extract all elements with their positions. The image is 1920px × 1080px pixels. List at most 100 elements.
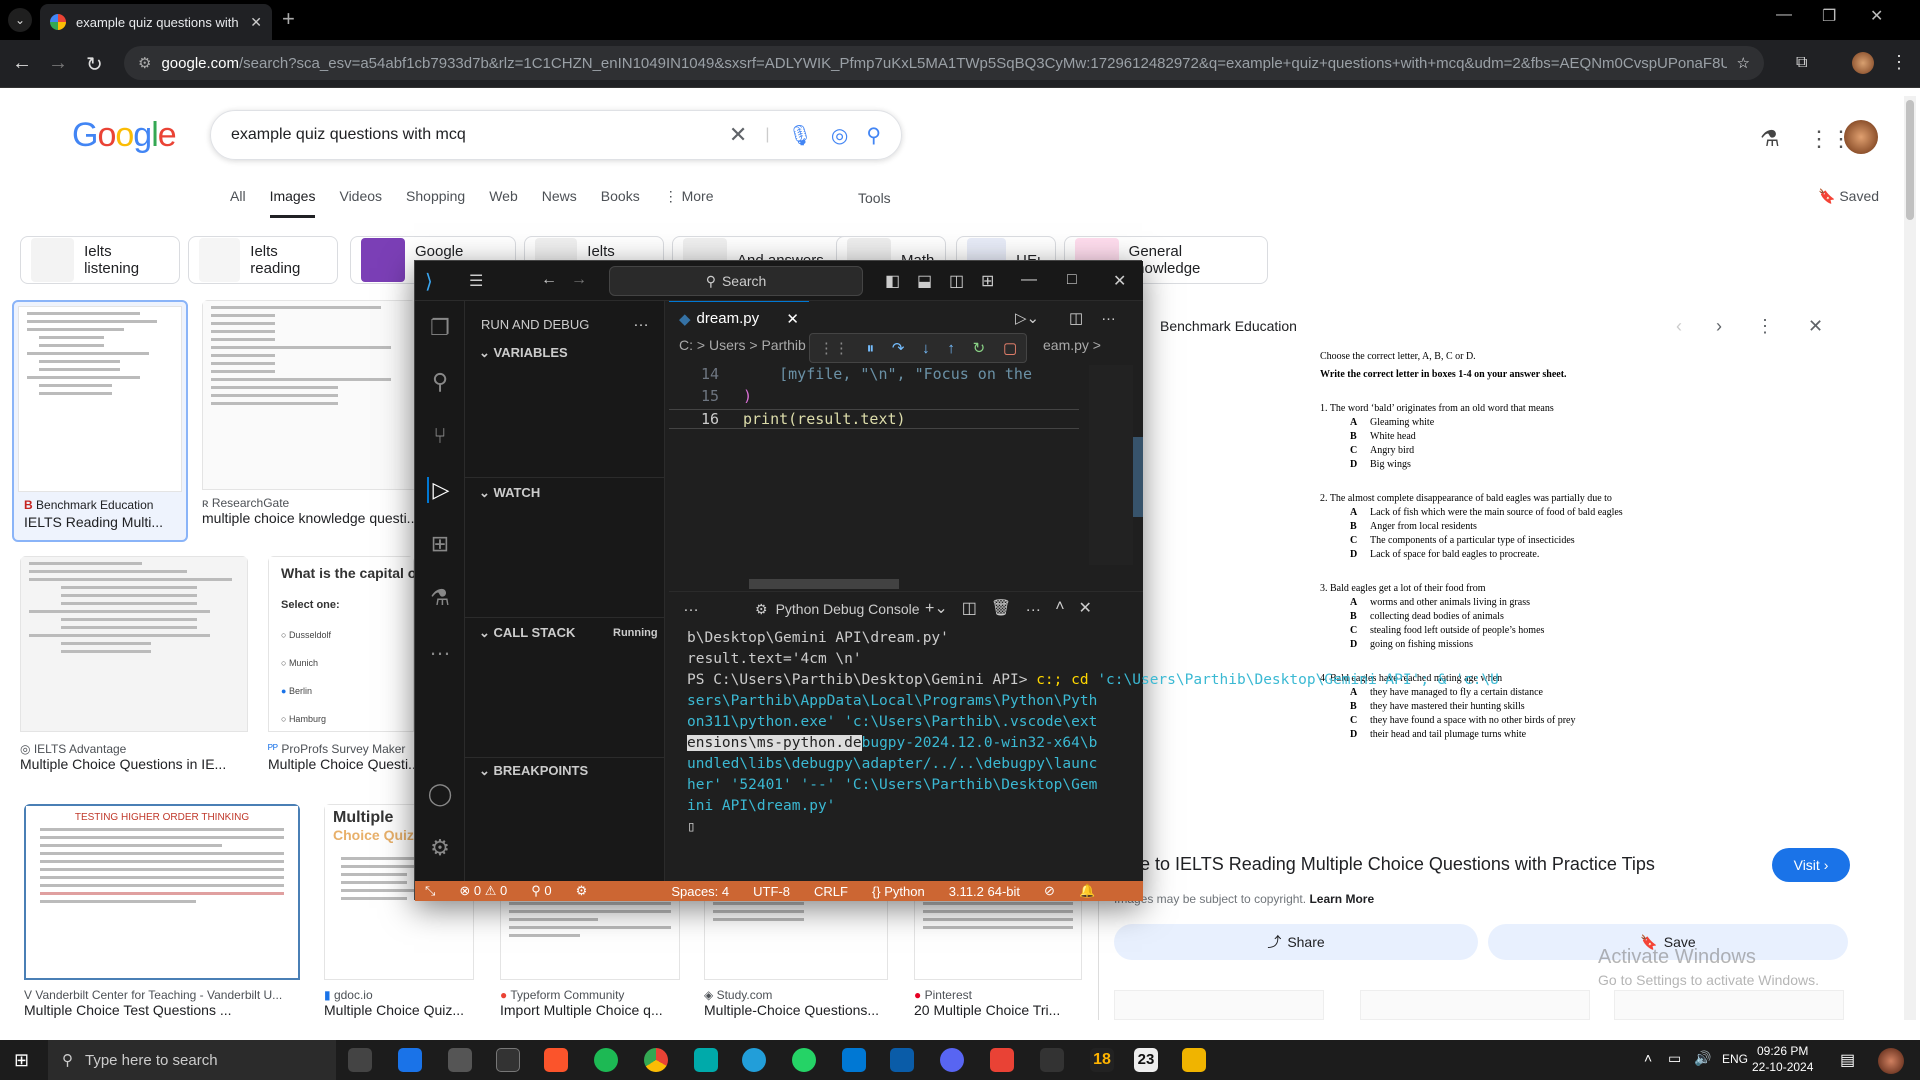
taskbar-search[interactable]: ⚲ Type here to search — [48, 1040, 336, 1080]
toggle-sidebar-icon[interactable]: ◧ — [885, 271, 900, 291]
new-tab-icon[interactable]: + — [282, 8, 295, 30]
source-control-icon[interactable]: ⑂ — [427, 423, 453, 449]
tab-more[interactable]: ⋮ More — [664, 188, 714, 218]
breadcrumb-end[interactable]: eam.py > — [1043, 337, 1101, 353]
google-account-avatar[interactable] — [1844, 120, 1878, 154]
close-panel-icon[interactable]: ✕ — [1079, 598, 1092, 618]
section-breakpoints[interactable]: ⌄ BREAKPOINTS — [479, 763, 588, 779]
learn-more-link[interactable]: Learn More — [1309, 892, 1374, 906]
whatsapp-icon[interactable] — [792, 1048, 816, 1072]
step-into-icon[interactable]: ↓ — [922, 340, 930, 357]
related-thumbnail[interactable] — [1360, 990, 1590, 1020]
vscode-taskbar-icon[interactable] — [842, 1048, 866, 1072]
profile-avatar[interactable] — [1852, 52, 1874, 74]
browser-tab[interactable]: example quiz questions with m ✕ — [40, 4, 272, 40]
preview-source[interactable]: Benchmark Education — [1160, 318, 1297, 334]
tab-books[interactable]: Books — [601, 188, 640, 218]
code-line-current[interactable]: 16 print(result.text) — [669, 409, 1079, 429]
accounts-icon[interactable]: ◯ — [427, 781, 453, 807]
tab-news[interactable]: News — [542, 188, 577, 218]
image-result-8[interactable]: ◈ Study.com Multiple-Choice Questions... — [704, 896, 888, 1030]
next-icon[interactable]: › — [1716, 316, 1722, 337]
encoding-status[interactable]: UTF-8 — [753, 884, 790, 899]
terminal-app-icon[interactable] — [496, 1048, 520, 1072]
search-input[interactable]: example quiz questions with mcq ✕ | 🎙 ◎ … — [210, 110, 902, 160]
discord-icon[interactable] — [940, 1048, 964, 1072]
scrollbar-thumb[interactable] — [1906, 100, 1914, 220]
kill-terminal-icon[interactable]: 🗑 — [991, 598, 1011, 618]
tab-search-icon[interactable]: ⌄ — [8, 8, 32, 32]
search-icon[interactable]: ⚲ — [866, 123, 881, 148]
address-bar[interactable]: ⚙ google.com/search?sca_esv=a54abf1cb793… — [124, 46, 1764, 80]
new-terminal-icon[interactable]: +⌄ — [925, 598, 948, 618]
console-selector[interactable]: ⚙ Python Debug Console — [755, 592, 920, 626]
image-result-7[interactable]: ● Typeform Community Import Multiple Cho… — [500, 896, 680, 1030]
toggle-panel-icon[interactable]: ⬓ — [917, 271, 932, 291]
close-tab-icon[interactable]: ✕ — [250, 14, 262, 31]
related-thumbnail[interactable] — [1614, 990, 1844, 1020]
close-icon[interactable]: ✕ — [1113, 271, 1126, 291]
maximize-panel-icon[interactable]: ˄ — [1055, 598, 1064, 618]
back-icon[interactable]: ← — [12, 52, 32, 75]
related-thumbnail[interactable] — [1114, 990, 1324, 1020]
close-tab-icon[interactable]: ✕ — [786, 310, 799, 328]
panel-more-actions-icon[interactable]: … — [1025, 598, 1041, 618]
explorer-icon[interactable]: ❐ — [427, 315, 453, 341]
nav-back-icon[interactable]: ← — [541, 271, 557, 289]
step-out-icon[interactable]: ↑ — [947, 340, 955, 357]
windows-start-icon[interactable]: ⊞ — [14, 1050, 29, 1071]
app-icon[interactable] — [448, 1048, 472, 1072]
editor-scrollbar[interactable] — [1133, 437, 1143, 517]
tray-avatar[interactable] — [1878, 1048, 1904, 1074]
tab-videos[interactable]: Videos — [339, 188, 382, 218]
network-icon[interactable]: ▭ — [1668, 1050, 1681, 1067]
file-explorer-icon[interactable] — [1182, 1048, 1206, 1072]
sidebar-more-icon[interactable]: … — [633, 313, 649, 331]
indentation-status[interactable]: Spaces: 4 — [671, 884, 729, 899]
image-result-9[interactable]: ● Pinterest 20 Multiple Choice Tri... — [914, 896, 1082, 1030]
tab-all[interactable]: All — [230, 188, 246, 218]
panel-more-icon[interactable]: … — [683, 598, 699, 616]
notification-center-icon[interactable]: ▤ — [1840, 1050, 1855, 1070]
telegram-icon[interactable] — [742, 1048, 766, 1072]
more-options-icon[interactable]: ⋮ — [1756, 316, 1774, 337]
restore-icon[interactable]: ❐ — [1822, 6, 1836, 26]
settings-gear-icon[interactable]: ⚙ — [427, 835, 453, 861]
image-result-2[interactable]: ʀ ResearchGate multiple choice knowledge… — [202, 300, 416, 540]
calendar-app-icon[interactable]: 23 — [1134, 1048, 1158, 1072]
preview-image[interactable]: Choose the correct letter, A, B, C or D.… — [1320, 350, 1640, 830]
section-watch[interactable]: ⌄ WATCH — [479, 485, 540, 501]
split-editor-icon[interactable]: ◫ — [1069, 309, 1083, 327]
editor-tab[interactable]: ◆ dream.py ✕ — [669, 301, 809, 335]
chrome-menu-icon[interactable]: ⋮ — [1890, 52, 1908, 73]
ports-indicator[interactable]: ⚲ 0 — [531, 883, 551, 899]
run-python-icon[interactable]: ▷⌄ — [1015, 309, 1039, 327]
toggle-secondary-sidebar-icon[interactable]: ◫ — [949, 271, 964, 291]
tab-images[interactable]: Images — [269, 188, 316, 218]
menu-icon[interactable]: ☰ — [469, 271, 483, 291]
horizontal-scrollbar[interactable] — [749, 579, 899, 589]
labs-flask-icon[interactable]: ⚗ — [1760, 126, 1780, 152]
extensions-icon[interactable]: ⊞ — [427, 531, 453, 557]
clear-icon[interactable]: ✕ — [729, 122, 747, 148]
debug-launch-icon[interactable]: ⚙ — [576, 883, 588, 899]
visit-button[interactable]: Visit › — [1772, 848, 1850, 882]
language-mode[interactable]: {} Python — [872, 884, 925, 899]
restart-icon[interactable]: ↻ — [973, 339, 986, 357]
eol-status[interactable]: CRLF — [814, 884, 848, 899]
image-result-3[interactable]: ◎ IELTS Advantage Multiple Choice Questi… — [20, 556, 248, 782]
stop-icon[interactable]: ▢ — [1003, 339, 1017, 357]
section-variables[interactable]: ⌄ VARIABLES — [479, 345, 568, 361]
run-debug-icon[interactable]: ▷ — [427, 477, 453, 503]
forward-icon[interactable]: → — [48, 52, 68, 75]
chip-ielts-reading[interactable]: Ielts reading — [188, 236, 338, 284]
drag-handle-icon[interactable]: ⋮⋮ — [819, 339, 849, 357]
share-button[interactable]: ⤴ Share — [1114, 924, 1478, 960]
interpreter-version[interactable]: 3.11.2 64-bit — [949, 884, 1020, 899]
tools-button[interactable]: Tools — [858, 190, 891, 206]
chrome-icon[interactable] — [644, 1048, 668, 1072]
extensions-icon[interactable]: ⧉ — [1796, 54, 1807, 72]
command-center-search[interactable]: ⚲ Search — [609, 266, 863, 296]
reload-icon[interactable]: ↻ — [86, 52, 103, 77]
editor-more-icon[interactable]: … — [1101, 307, 1116, 324]
